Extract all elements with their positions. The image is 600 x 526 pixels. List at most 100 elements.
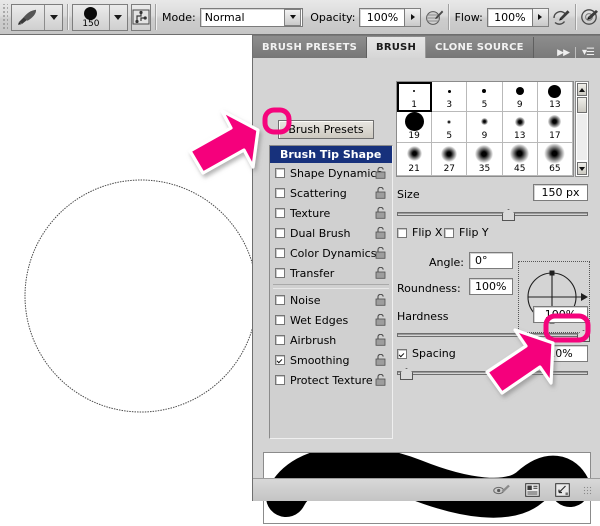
sidebar-item-dual-brush[interactable]: Dual Brush [270,223,392,243]
brush-tip-cell[interactable]: 9 [467,112,503,143]
toggle-brush-panel-icon[interactable] [131,3,152,31]
lock-icon[interactable] [375,206,386,219]
delete-brush-icon[interactable] [553,482,571,498]
sidebar-item-scattering[interactable]: Scattering [270,183,392,203]
flip-y-checkbox[interactable] [444,227,454,238]
create-new-preset-icon[interactable] [523,482,541,498]
flow-input[interactable]: 100% [486,7,533,27]
flip-y-control[interactable]: Flip Y [444,226,489,239]
sidebar-item-shape-dynamics[interactable]: Shape Dynamics [270,163,392,183]
scattering-checkbox[interactable] [275,188,285,198]
blend-mode-select[interactable]: Normal [199,7,304,27]
flow-control[interactable]: 100% [486,7,549,27]
transfer-checkbox[interactable] [275,268,285,278]
brush-tip-grid[interactable]: 1 3 5 9 13 19 5 9 13 17 21 27 35 45 65 [396,81,574,177]
smoothing-checkbox[interactable] [275,355,285,365]
opacity-control[interactable]: 100% [359,7,422,27]
brush-tip-cell[interactable]: 13 [502,112,538,143]
scroll-up-button[interactable] [577,83,587,96]
document-canvas[interactable] [0,35,253,501]
spacing-control[interactable]: Spacing [397,347,456,360]
tab-clone-source[interactable]: CLONE SOURCE [426,37,534,58]
brush-tip-cell[interactable]: 35 [467,143,503,176]
brush-tip-grid-scrollbar[interactable] [575,81,589,177]
lock-icon[interactable] [375,313,386,326]
opacity-input[interactable]: 100% [359,7,406,27]
protect-texture-checkbox[interactable] [275,375,285,385]
paintbrush-icon[interactable] [12,4,45,30]
opacity-slider-arrow-icon[interactable] [405,7,422,27]
brush-options-list[interactable]: Brush Tip Shape Shape Dynamics Scatterin… [269,145,393,439]
brush-tip-cell[interactable]: 9 [502,82,538,112]
blend-mode-chevron-down-icon[interactable] [284,8,302,26]
live-brush-tip-preview-icon[interactable] [493,482,511,498]
brush-tip-cell[interactable]: 1 [397,82,433,112]
size-slider[interactable] [397,209,588,221]
flow-slider-arrow-icon[interactable] [532,7,549,27]
flip-x-checkbox[interactable] [397,227,407,238]
size-input[interactable]: 150 px [533,184,588,201]
brush-tip-cell[interactable]: 19 [397,112,433,143]
noise-checkbox[interactable] [275,295,285,305]
airbrush-icon[interactable] [580,5,600,30]
spacing-input[interactable]: 10% [533,345,588,362]
size-slider-track[interactable] [397,212,588,216]
brush-preset-chevron-down-icon[interactable] [108,4,127,30]
brush-tip-cell[interactable]: 5 [467,82,503,112]
airbrush-checkbox[interactable] [275,335,285,345]
flip-x-control[interactable]: Flip X [397,226,442,239]
brush-tip-cell[interactable]: 13 [537,82,573,112]
lock-icon[interactable] [375,266,386,279]
size-slider-knob[interactable] [502,209,515,221]
color-dynamics-checkbox[interactable] [275,248,285,258]
tab-brush[interactable]: BRUSH [367,37,427,58]
scrollbar-thumb[interactable] [577,97,587,113]
lock-icon[interactable] [375,293,386,306]
brush-preset-picker[interactable]: 150 [71,3,128,31]
brush-tip-cell[interactable]: 27 [432,143,468,176]
wet-edges-checkbox[interactable] [275,315,285,325]
tool-preset-chevron-down-icon[interactable] [44,4,63,30]
shape-dynamics-checkbox[interactable] [275,168,285,178]
angle-input[interactable]: 0° [469,252,513,269]
resize-grip-icon[interactable] [583,485,592,495]
sidebar-item-brush-tip-shape[interactable]: Brush Tip Shape [270,146,392,163]
sidebar-item-airbrush[interactable]: Airbrush [270,330,392,350]
lock-icon[interactable] [375,186,386,199]
spacing-slider[interactable] [397,368,588,380]
sidebar-item-color-dynamics[interactable]: Color Dynamics [270,243,392,263]
options-bar-grip[interactable] [2,4,9,30]
dual-brush-checkbox[interactable] [275,228,285,238]
lock-icon[interactable] [375,166,386,179]
sidebar-item-transfer[interactable]: Transfer [270,263,392,283]
scrollbar-track[interactable] [577,114,587,160]
hardness-slider-track[interactable] [397,333,588,337]
panel-menu-icon[interactable]: ▾☰ [582,47,595,58]
brush-preview-icon[interactable]: 150 [72,4,109,30]
brush-tip-cell[interactable]: 17 [537,112,573,143]
spacing-slider-knob[interactable] [400,368,413,380]
roundness-input[interactable]: 100% [469,278,513,295]
lock-icon[interactable] [375,333,386,346]
sidebar-item-noise[interactable]: Noise [270,290,392,310]
sidebar-item-texture[interactable]: Texture [270,203,392,223]
spacing-checkbox[interactable] [397,348,407,359]
brush-tip-cell[interactable]: 3 [432,82,468,112]
texture-checkbox[interactable] [275,208,285,218]
lock-icon[interactable] [375,226,386,239]
lock-icon[interactable] [375,353,386,366]
lock-icon[interactable] [375,373,386,386]
spacing-slider-track[interactable] [397,371,588,375]
lock-icon[interactable] [375,246,386,259]
tool-preset-picker[interactable] [11,3,64,31]
tablet-pressure-flow-icon[interactable] [552,5,571,30]
sidebar-item-smoothing[interactable]: Smoothing [270,350,392,370]
sidebar-item-protect-texture[interactable]: Protect Texture [270,370,392,390]
hardness-slider[interactable] [397,330,590,342]
tab-brush-presets[interactable]: BRUSH PRESETS [253,37,368,58]
scroll-down-button[interactable] [577,162,587,175]
hardness-input[interactable]: 100% [533,306,588,323]
tablet-pressure-opacity-icon[interactable] [425,5,444,30]
brush-tip-cell[interactable]: 5 [432,112,468,143]
brush-tip-cell[interactable]: 45 [502,143,538,176]
